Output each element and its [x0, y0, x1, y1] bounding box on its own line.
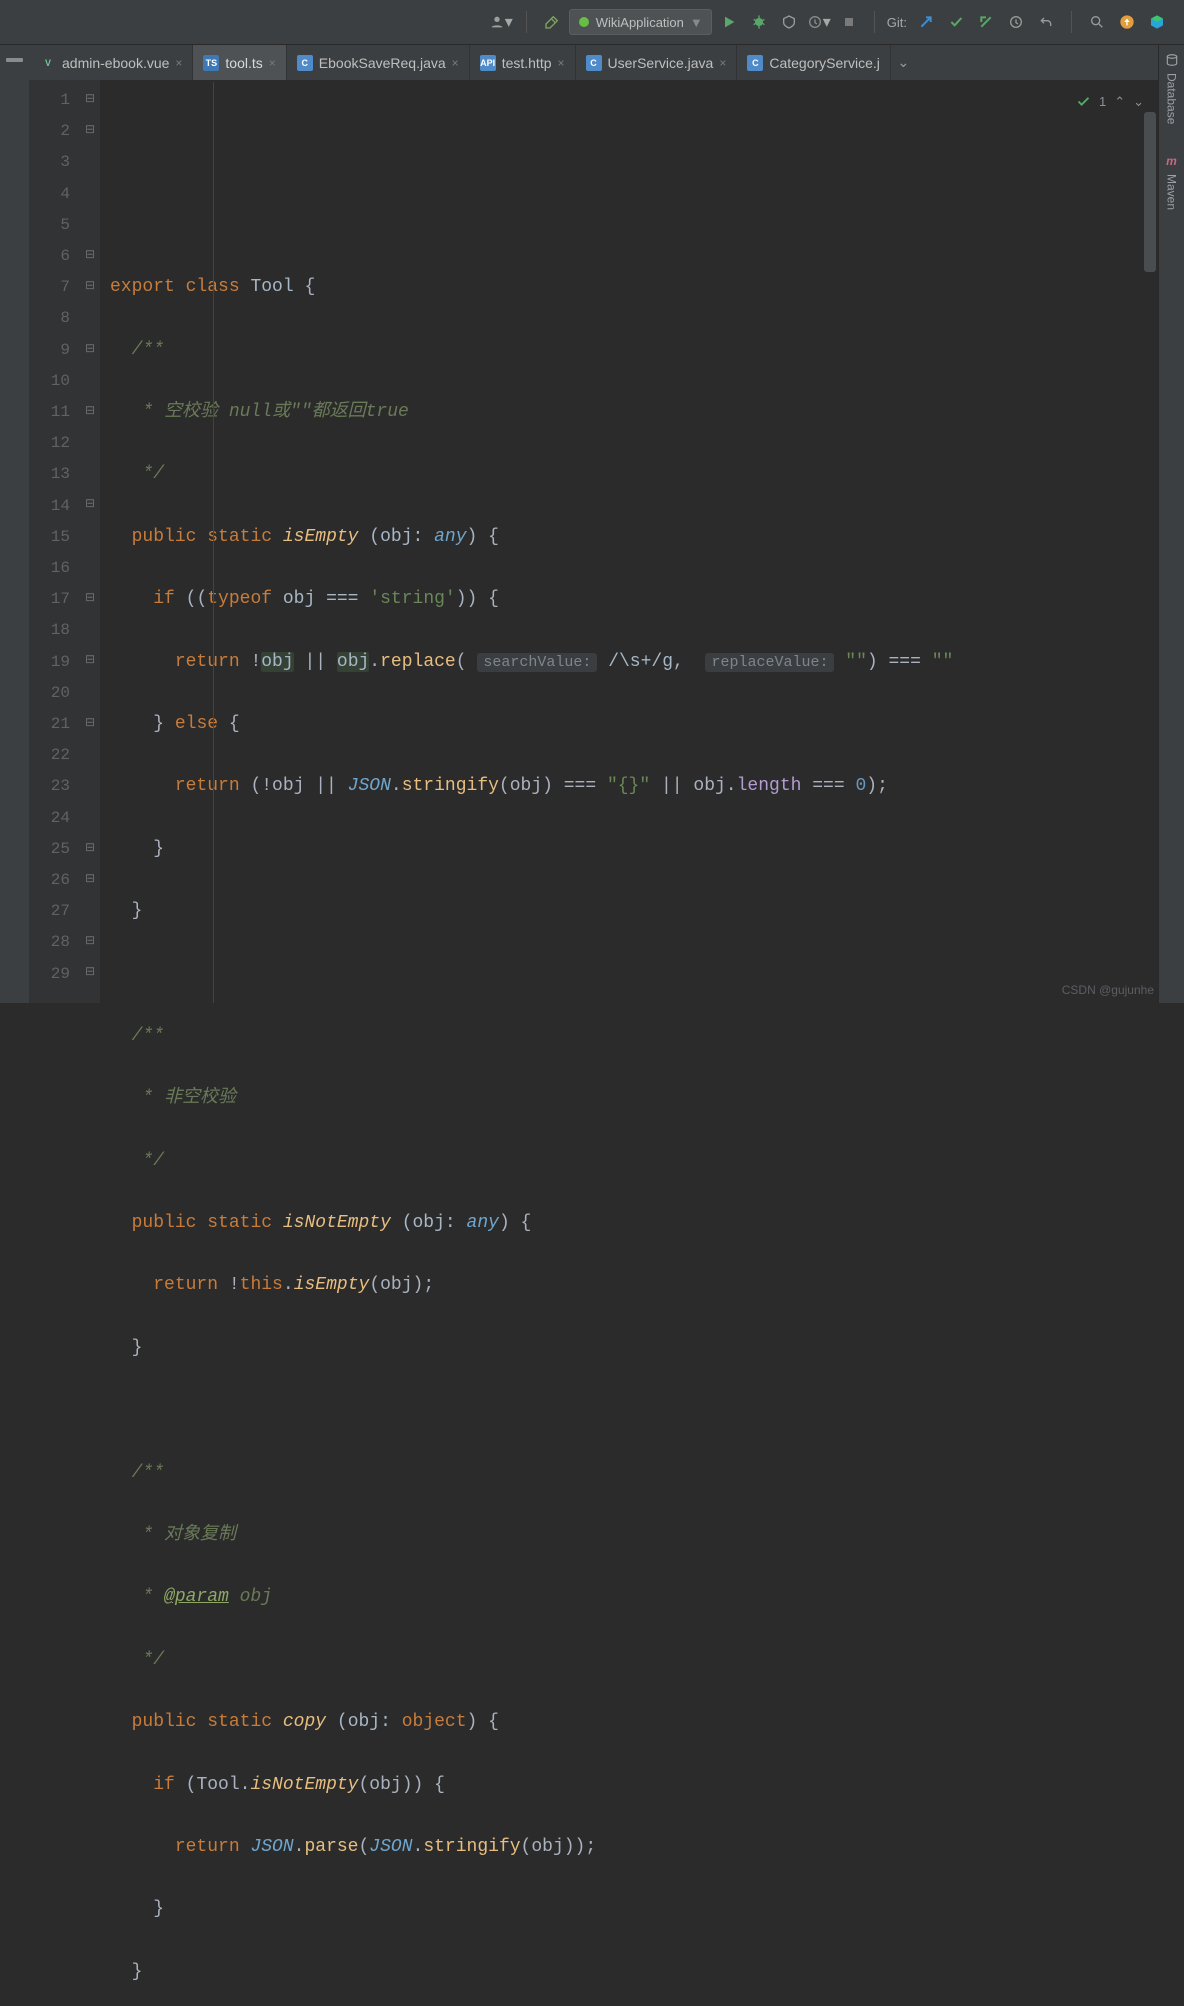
maven-label: Maven	[1165, 174, 1179, 210]
close-icon[interactable]: ×	[719, 56, 726, 70]
git-history-icon[interactable]	[1003, 9, 1029, 35]
git-push-icon[interactable]	[973, 9, 999, 35]
close-icon[interactable]: ×	[269, 56, 276, 70]
hide-toolwindow-button[interactable]	[6, 58, 23, 62]
maven-toolwindow-button[interactable]: m Maven	[1165, 154, 1179, 210]
database-toolwindow-button[interactable]: Database	[1165, 53, 1179, 124]
inspection-widget[interactable]: 1 ⌃ ⌄	[1076, 86, 1144, 117]
java-class-icon: C	[297, 55, 313, 71]
stop-icon[interactable]	[836, 9, 862, 35]
tab-label: UserService.java	[608, 55, 714, 71]
tab-tool-ts[interactable]: TS tool.ts ×	[193, 45, 286, 80]
vue-file-icon: V	[40, 55, 56, 71]
http-file-icon: API	[480, 55, 496, 71]
left-gutter-strip	[0, 80, 30, 1003]
database-label: Database	[1165, 73, 1179, 124]
java-class-icon: C	[747, 55, 763, 71]
problem-count: 1	[1099, 86, 1106, 117]
tab-label: admin-ebook.vue	[62, 55, 169, 71]
tab-categoryservice-java[interactable]: C CategoryService.j	[737, 45, 891, 80]
run-config-selector[interactable]: WikiApplication ▼	[569, 9, 712, 35]
tab-admin-ebook-vue[interactable]: V admin-ebook.vue ×	[30, 45, 193, 80]
close-icon[interactable]: ×	[452, 56, 459, 70]
git-update-icon[interactable]	[913, 9, 939, 35]
watermark-text: CSDN @gujunhe	[1062, 983, 1154, 997]
profiler-icon[interactable]: ▾	[806, 9, 832, 35]
search-everywhere-icon[interactable]	[1084, 9, 1110, 35]
coverage-icon[interactable]	[776, 9, 802, 35]
tab-label: test.http	[502, 55, 552, 71]
tab-label: tool.ts	[225, 55, 262, 71]
inlay-hint: replaceValue:	[705, 653, 834, 672]
right-toolwindow-strip: Database m Maven	[1158, 45, 1184, 1003]
tab-label: EbookSaveReq.java	[319, 55, 446, 71]
chevron-up-icon[interactable]: ⌃	[1114, 86, 1125, 117]
git-label: Git:	[887, 15, 907, 30]
code-area[interactable]: 1 ⌃ ⌄ export class Tool { /** * 空校验 null…	[100, 80, 1158, 1003]
ts-file-icon: TS	[203, 55, 219, 71]
fold-column[interactable]: ⊟⊟⊟⊟⊟⊟⊟⊟⊟⊟⊟⊟⊟⊟	[80, 80, 100, 1003]
java-class-icon: C	[586, 55, 602, 71]
close-icon[interactable]: ×	[175, 56, 182, 70]
ide-update-icon[interactable]	[1114, 9, 1140, 35]
run-config-name: WikiApplication	[596, 15, 684, 30]
vertical-scrollbar[interactable]	[1144, 112, 1156, 272]
editor-tabs: V admin-ebook.vue × TS tool.ts × C Ebook…	[0, 45, 1184, 80]
run-icon[interactable]	[716, 9, 742, 35]
git-rollback-icon[interactable]	[1033, 9, 1059, 35]
indent-guide	[213, 82, 214, 1003]
tab-test-http[interactable]: API test.http ×	[470, 45, 576, 80]
inlay-hint: searchValue:	[477, 653, 597, 672]
user-dropdown-icon[interactable]: ▾	[488, 9, 514, 35]
close-icon[interactable]: ×	[558, 56, 565, 70]
jetbrains-toolbox-icon[interactable]	[1144, 9, 1170, 35]
debug-icon[interactable]	[746, 9, 772, 35]
line-number-gutter: 1234567891011121314151617181920212223242…	[30, 80, 80, 1003]
tabs-overflow-button[interactable]: ⌄	[891, 45, 916, 80]
code-editor[interactable]: 1234567891011121314151617181920212223242…	[0, 80, 1158, 1003]
chevron-down-icon[interactable]: ⌄	[1133, 86, 1144, 117]
build-hammer-icon[interactable]	[539, 9, 565, 35]
tab-ebooksavereq-java[interactable]: C EbookSaveReq.java ×	[287, 45, 470, 80]
main-toolbar: ▾ WikiApplication ▼ ▾ Git:	[0, 0, 1184, 45]
git-commit-icon[interactable]	[943, 9, 969, 35]
tab-userservice-java[interactable]: C UserService.java ×	[576, 45, 738, 80]
tab-label: CategoryService.j	[769, 55, 880, 71]
